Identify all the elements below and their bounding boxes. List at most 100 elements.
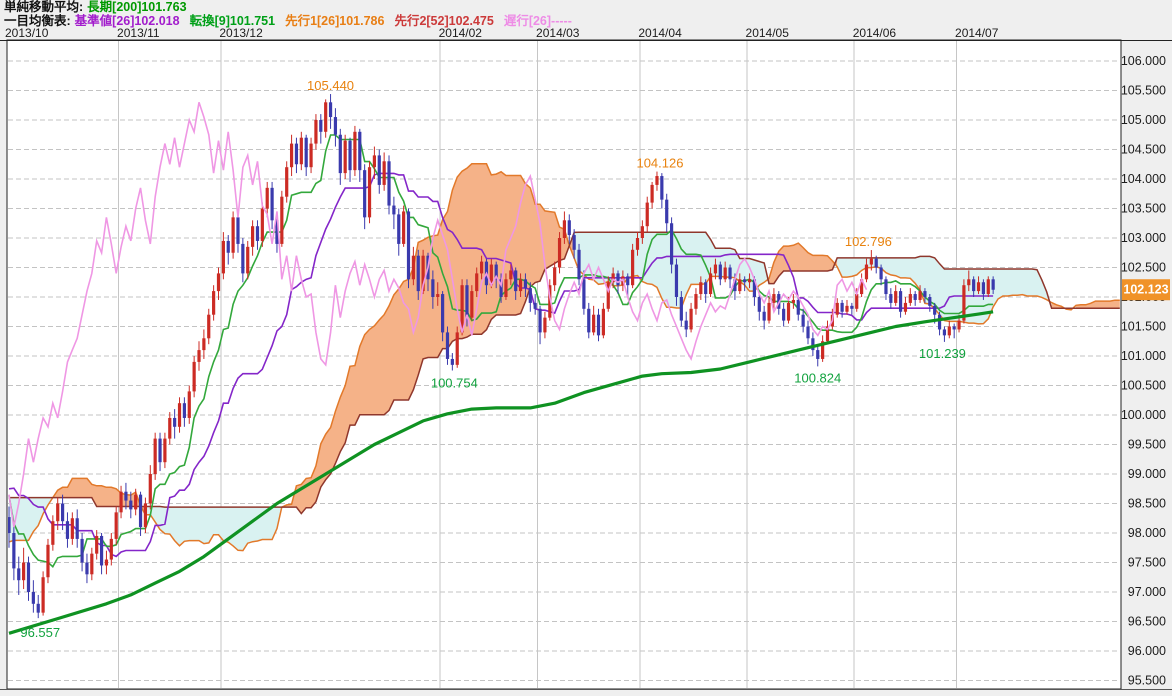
candle-body [373, 155, 376, 167]
candle-body [100, 536, 103, 566]
candle-body [37, 604, 40, 613]
candle-body [763, 312, 766, 321]
price-chart-canvas[interactable]: 96.557105.440104.126102.796100.754100.82… [0, 0, 1172, 691]
candle-body [217, 273, 220, 291]
indicator-value: 遅行[26]----- [504, 14, 572, 28]
candle-body [928, 297, 931, 306]
candle-body [577, 250, 580, 279]
price-tick-label: 101.500 [1121, 320, 1166, 334]
candle-body [154, 439, 157, 474]
candle-body [758, 297, 761, 312]
candle-body [339, 135, 342, 173]
candle-body [246, 247, 249, 274]
candle-body [841, 303, 844, 312]
candle-body [27, 563, 30, 593]
candle-body [651, 185, 654, 203]
indicator-value: 転換[9]101.751 [190, 14, 275, 28]
candle-body [889, 294, 892, 303]
price-tick-label: 97.500 [1128, 556, 1166, 570]
candle-body [670, 223, 673, 264]
candle-body [227, 241, 230, 253]
price-annotation: 100.754 [431, 376, 478, 391]
candle-body [646, 203, 649, 227]
candle-body [46, 545, 49, 577]
candle-body [709, 273, 712, 294]
price-tick-label: 105.000 [1121, 113, 1166, 127]
indicator-header: 単純移動平均:長期[200]101.763 一目均衡表:基準値[26]102.0… [4, 1, 582, 28]
candle-body [904, 303, 907, 312]
candle-body [402, 211, 405, 243]
candle-body [665, 200, 668, 224]
current-price-value: 102.123 [1123, 283, 1168, 297]
date-tick-label: 2013/12 [219, 26, 263, 40]
candle-body [480, 262, 483, 274]
price-tick-label: 98.500 [1128, 497, 1166, 511]
candle-body [992, 279, 995, 289]
price-tick-label: 99.500 [1128, 438, 1166, 452]
candle-body [875, 259, 878, 268]
candle-body [446, 332, 449, 359]
price-tick-label: 97.000 [1128, 585, 1166, 599]
candle-body [456, 332, 459, 364]
candle-body [704, 282, 707, 294]
candle-body [534, 303, 537, 309]
candle-body [12, 533, 15, 568]
candle-body [261, 209, 264, 241]
price-tick-label: 104.500 [1121, 143, 1166, 157]
candle-body [631, 250, 634, 285]
candle-body [412, 256, 415, 280]
candle-body [42, 577, 45, 612]
candle-body [348, 141, 351, 171]
sma-header-label: 単純移動平均: [4, 0, 83, 14]
candle-body [285, 167, 288, 197]
candle-body [378, 155, 381, 185]
candle-body [987, 279, 990, 294]
date-tick-label: 2014/07 [955, 26, 999, 40]
candle-body [626, 276, 629, 285]
candle-body [451, 359, 454, 365]
candle-body [894, 291, 897, 303]
candle-body [71, 518, 74, 539]
candle-body [266, 188, 269, 209]
candle-body [353, 132, 356, 170]
price-tick-label: 100.000 [1121, 408, 1166, 422]
candle-body [967, 279, 970, 285]
candle-body [334, 117, 337, 135]
candle-body [563, 220, 566, 238]
candle-body [553, 268, 556, 286]
candle-body [524, 279, 527, 288]
candle-body [397, 214, 400, 244]
candle-body [95, 536, 98, 554]
price-annotation: 100.824 [794, 370, 841, 385]
candle-body [918, 291, 921, 300]
candle-body [56, 504, 59, 522]
candle-body [61, 504, 64, 522]
date-tick-label: 2014/02 [439, 26, 483, 40]
candle-body [933, 306, 936, 315]
candle-body [802, 315, 805, 327]
candle-body [324, 102, 327, 132]
indicator-value: 基準値[26]102.018 [75, 14, 180, 28]
candle-body [816, 350, 819, 359]
candle-body [582, 279, 585, 309]
date-axis: 2013/102013/112013/122014/022014/032014/… [5, 26, 999, 40]
price-annotation: 105.440 [307, 78, 354, 93]
indicator-value: 先行2[52]102.475 [394, 14, 493, 28]
candle-body [728, 268, 731, 280]
price-tick-label: 95.500 [1128, 674, 1166, 688]
current-price-tag: 102.123 [1122, 279, 1170, 300]
candle-body [149, 474, 152, 504]
candle-body [870, 259, 873, 265]
candle-body [879, 268, 882, 280]
candle-body [17, 568, 20, 580]
candle-body [806, 327, 809, 339]
candle-body [134, 495, 137, 510]
candle-body [222, 241, 225, 273]
date-tick-label: 2014/05 [746, 26, 790, 40]
candle-body [899, 291, 902, 312]
candle-body [957, 321, 960, 330]
candle-body [90, 554, 93, 575]
candle-body [212, 291, 215, 315]
candle-body [748, 279, 751, 282]
candle-body [689, 309, 692, 330]
